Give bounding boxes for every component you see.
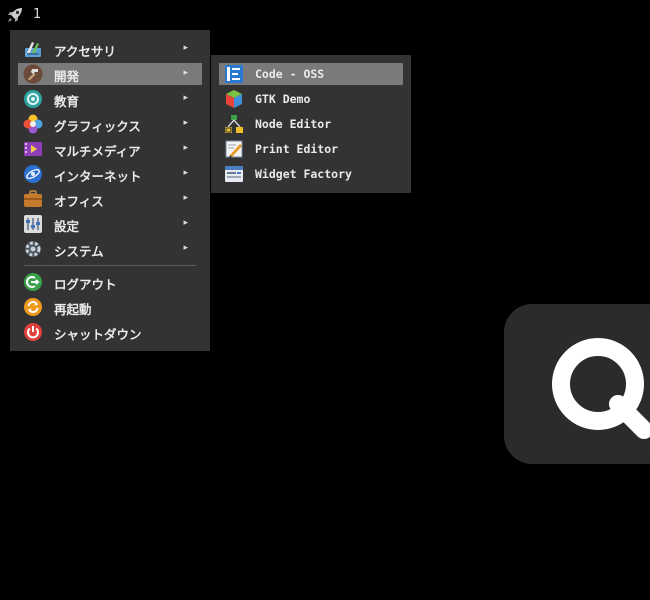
settings-icon (24, 215, 42, 233)
menu-item-label: シャットダウン (54, 327, 142, 342)
menu-item-multimedia[interactable]: マルチメディア ▸ (18, 138, 202, 160)
menu-item-label: システム (54, 244, 104, 259)
graphics-icon (23, 114, 43, 134)
submenu-item-gtk-demo[interactable]: GTK Demo (219, 88, 403, 110)
widget-factory-icon (225, 166, 243, 182)
menu-item-label: マルチメディア (54, 144, 141, 159)
submenu-arrow-icon: ▸ (183, 68, 188, 78)
menu-item-label: オフィス (54, 194, 104, 209)
multimedia-icon (24, 142, 42, 156)
menu-item-label: アクセサリ (54, 44, 116, 59)
rocket-icon[interactable] (5, 5, 25, 25)
application-menu: アクセサリ ▸ 開発 ▸ 教育 ▸ グラフィックス ▸ マルチメディア ▸ イン… (10, 30, 210, 351)
menu-item-label: 開発 (54, 69, 80, 84)
menu-item-label: ログアウト (54, 277, 117, 292)
search-app-icon (552, 338, 650, 439)
submenu-item-label: Widget Factory (255, 167, 352, 181)
reboot-icon (24, 298, 42, 316)
submenu-item-label: GTK Demo (255, 92, 311, 106)
submenu-arrow-icon: ▸ (183, 193, 188, 203)
menu-item-shutdown[interactable]: シャットダウン (18, 321, 202, 343)
submenu-item-label: Code - OSS (255, 67, 325, 81)
gtk-demo-icon (226, 90, 242, 108)
submenu-arrow-icon: ▸ (183, 218, 188, 228)
menu-item-label: 教育 (54, 94, 80, 109)
education-icon (24, 90, 42, 108)
development-submenu: Code - OSS GTK Demo Node Editor Print Ed… (211, 55, 411, 193)
accessories-icon (25, 42, 41, 57)
top-panel: 1 (0, 0, 650, 30)
submenu-arrow-icon: ▸ (183, 93, 188, 103)
internet-icon (24, 165, 42, 183)
menu-item-settings[interactable]: 設定 ▸ (18, 213, 202, 235)
submenu-item-widget-factory[interactable]: Widget Factory (219, 163, 403, 185)
submenu-item-node-editor[interactable]: Node Editor (219, 113, 403, 135)
menu-item-system[interactable]: システム ▸ (18, 238, 202, 260)
submenu-item-code-oss[interactable]: Code - OSS (219, 63, 403, 85)
menu-item-education[interactable]: 教育 ▸ (18, 88, 202, 110)
menu-separator (24, 265, 196, 266)
menu-item-accessories[interactable]: アクセサリ ▸ (18, 38, 202, 60)
submenu-arrow-icon: ▸ (183, 118, 188, 128)
submenu-item-print-editor[interactable]: Print Editor (219, 138, 403, 160)
print-editor-icon (225, 140, 243, 158)
shutdown-icon (24, 323, 42, 341)
menu-item-office[interactable]: オフィス ▸ (18, 188, 202, 210)
menu-item-label: グラフィックス (54, 119, 141, 134)
menu-item-label: インターネット (54, 169, 142, 184)
logout-icon (24, 273, 42, 291)
submenu-arrow-icon: ▸ (183, 243, 188, 253)
menu-item-development[interactable]: 開発 ▸ (18, 63, 202, 85)
menu-item-label: 設定 (54, 219, 80, 234)
node-editor-icon (225, 115, 243, 133)
submenu-arrow-icon: ▸ (183, 168, 188, 178)
system-icon (25, 241, 41, 257)
menu-item-label: 再起動 (54, 302, 92, 317)
submenu-item-label: Node Editor (255, 117, 332, 131)
workspace-indicator[interactable]: 1 (33, 7, 41, 22)
menu-item-graphics[interactable]: グラフィックス ▸ (18, 113, 202, 135)
menu-item-internet[interactable]: インターネット ▸ (18, 163, 202, 185)
code-oss-icon (225, 65, 243, 83)
submenu-item-label: Print Editor (255, 142, 339, 156)
submenu-arrow-icon: ▸ (183, 43, 188, 53)
submenu-arrow-icon: ▸ (183, 143, 188, 153)
dock-app-tile[interactable] (504, 304, 650, 464)
office-icon (24, 190, 42, 207)
development-icon (23, 64, 43, 84)
menu-item-reboot[interactable]: 再起動 (18, 296, 202, 318)
menu-item-logout[interactable]: ログアウト (18, 271, 202, 293)
